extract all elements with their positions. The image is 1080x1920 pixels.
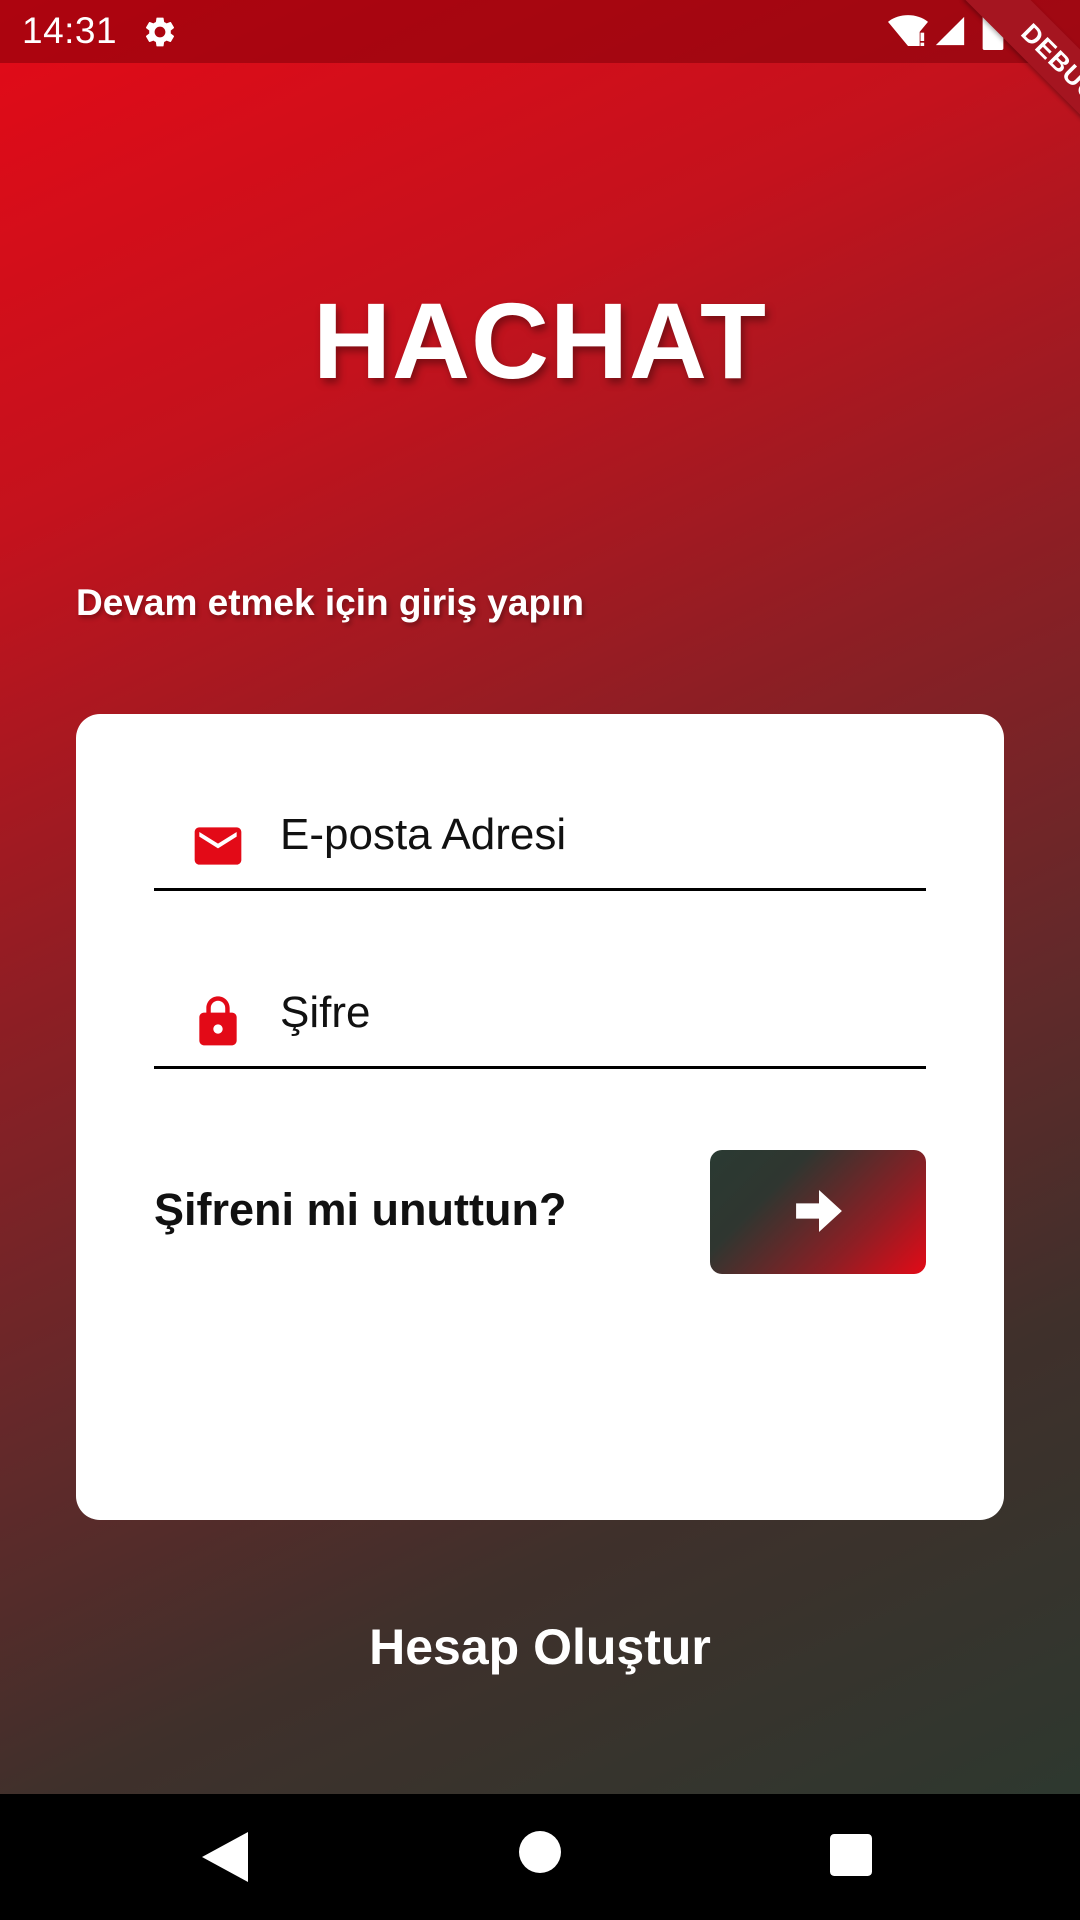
- mail-icon: [194, 827, 242, 865]
- password-input[interactable]: [280, 978, 900, 1048]
- arrow-right-icon: [796, 1190, 842, 1232]
- status-time: 14:31: [22, 10, 118, 51]
- password-field[interactable]: [154, 956, 926, 1069]
- recents-icon[interactable]: [830, 1834, 872, 1876]
- login-screen: 14:31 DEBUG HACHAT Devam etmek için giri…: [0, 0, 1080, 1920]
- login-submit-button[interactable]: [710, 1150, 926, 1274]
- login-card: Şifreni mi unuttun?: [76, 714, 1004, 1520]
- email-field[interactable]: [154, 778, 926, 891]
- wifi-icon: [888, 15, 928, 46]
- home-icon[interactable]: [519, 1831, 561, 1873]
- lock-icon: [199, 996, 237, 1046]
- gear-icon: [145, 17, 175, 47]
- email-input[interactable]: [280, 800, 900, 870]
- app-title: HACHAT: [313, 280, 767, 401]
- back-icon[interactable]: [202, 1832, 248, 1882]
- create-account-link[interactable]: Hesap Oluştur: [0, 1618, 1080, 1676]
- login-subtitle: Devam etmek için giriş yapın: [76, 582, 584, 623]
- status-bar: 14:31: [0, 0, 1080, 63]
- navigation-bar: [0, 1794, 1080, 1920]
- signal-icon: [935, 16, 965, 46]
- forgot-password-link[interactable]: Şifreni mi unuttun?: [154, 1184, 566, 1236]
